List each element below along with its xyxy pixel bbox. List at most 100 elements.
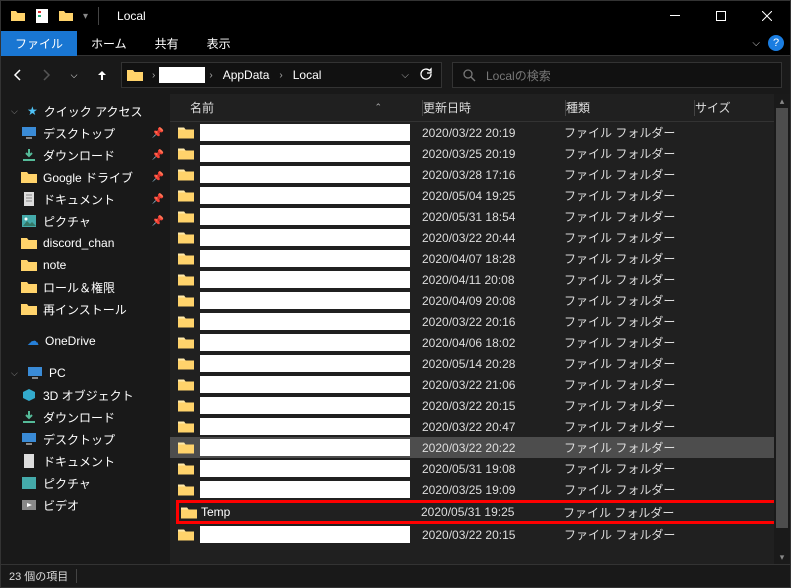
sidebar-reinstall[interactable]: 再インストール: [1, 298, 170, 320]
chevron-right-icon[interactable]: ›: [148, 70, 159, 81]
search-input[interactable]: Localの検索: [452, 62, 782, 88]
ribbon-expand-icon[interactable]: ⌵: [752, 38, 760, 49]
new-folder-icon[interactable]: [55, 5, 77, 27]
refresh-icon[interactable]: [419, 67, 433, 84]
file-date: 2020/03/28 17:16: [422, 168, 564, 182]
file-row[interactable]: 2020/03/22 20:19ファイル フォルダー: [170, 122, 790, 143]
scroll-down-icon[interactable]: ▾: [774, 550, 790, 564]
file-row[interactable]: 2020/05/31 19:08ファイル フォルダー: [170, 458, 790, 479]
chevron-right-icon[interactable]: ›: [275, 70, 286, 81]
sidebar-downloads[interactable]: ダウンロード📌: [1, 144, 170, 166]
file-type: ファイル フォルダー: [564, 481, 692, 498]
sidebar-discord[interactable]: discord_chan: [1, 232, 170, 254]
scroll-up-icon[interactable]: ▴: [774, 94, 790, 108]
folder-icon: [181, 506, 197, 519]
scroll-thumb[interactable]: [776, 108, 788, 528]
file-date: 2020/03/25 19:09: [422, 483, 564, 497]
file-row[interactable]: 2020/03/22 20:15ファイル フォルダー: [170, 524, 790, 545]
tab-view[interactable]: 表示: [193, 31, 245, 56]
sidebar-pictures2[interactable]: ピクチャ: [1, 472, 170, 494]
sidebar-note[interactable]: note: [1, 254, 170, 276]
file-row[interactable]: Temp2020/05/31 19:25ファイル フォルダー: [176, 500, 786, 524]
file-row[interactable]: 2020/03/25 19:09ファイル フォルダー: [170, 479, 790, 500]
close-button[interactable]: [744, 1, 790, 31]
file-date: 2020/03/22 20:22: [422, 441, 564, 455]
document-icon: [21, 454, 37, 468]
forward-button[interactable]: [37, 66, 55, 84]
tab-file[interactable]: ファイル: [1, 31, 77, 56]
file-type: ファイル フォルダー: [564, 229, 692, 246]
column-name[interactable]: 名前⌃: [170, 99, 422, 116]
properties-icon[interactable]: [31, 5, 53, 27]
redacted-name: [200, 418, 410, 435]
sidebar-desktop2[interactable]: デスクトップ: [1, 428, 170, 450]
minimize-button[interactable]: [652, 1, 698, 31]
sidebar-quick-access[interactable]: ⌵ ★ クイック アクセス: [1, 100, 170, 122]
sidebar-desktop[interactable]: デスクトップ📌: [1, 122, 170, 144]
redacted-name: [200, 166, 410, 183]
file-row[interactable]: 2020/04/06 18:02ファイル フォルダー: [170, 332, 790, 353]
redacted-name: [200, 292, 410, 309]
sidebar-pc[interactable]: ⌵PC: [1, 362, 170, 384]
up-button[interactable]: [93, 66, 111, 84]
file-row[interactable]: 2020/03/28 17:16ファイル フォルダー: [170, 164, 790, 185]
tab-home[interactable]: ホーム: [77, 31, 141, 56]
file-type: ファイル フォルダー: [564, 166, 692, 183]
file-row[interactable]: 2020/05/14 20:28ファイル フォルダー: [170, 353, 790, 374]
file-row[interactable]: 2020/03/22 20:44ファイル フォルダー: [170, 227, 790, 248]
sidebar-gdrive[interactable]: Google ドライブ📌: [1, 166, 170, 188]
folder-icon: [178, 231, 194, 244]
file-row[interactable]: 2020/05/04 19:25ファイル フォルダー: [170, 185, 790, 206]
file-date: 2020/03/22 20:15: [422, 528, 564, 542]
sidebar-3dobjects[interactable]: 3D オブジェクト: [1, 384, 170, 406]
folder-icon: [21, 302, 37, 316]
sidebar-documents[interactable]: ドキュメント📌: [1, 188, 170, 210]
vertical-scrollbar[interactable]: ▴ ▾: [774, 94, 790, 564]
file-row[interactable]: 2020/05/31 18:54ファイル フォルダー: [170, 206, 790, 227]
sidebar-pictures[interactable]: ピクチャ📌: [1, 210, 170, 232]
column-type[interactable]: 種類: [566, 99, 694, 116]
file-row[interactable]: 2020/03/22 20:22ファイル フォルダー: [170, 437, 790, 458]
address-bar[interactable]: › › AppData › Local ⌵: [121, 62, 442, 88]
sidebar-video[interactable]: ビデオ: [1, 494, 170, 516]
redacted-name: [200, 334, 410, 351]
file-row[interactable]: 2020/04/09 20:08ファイル フォルダー: [170, 290, 790, 311]
pin-icon: 📌: [152, 172, 164, 183]
redacted-name: [200, 397, 410, 414]
sidebar-onedrive[interactable]: ☁OneDrive: [1, 330, 170, 352]
file-date: 2020/05/14 20:28: [422, 357, 564, 371]
chevron-right-icon[interactable]: ›: [205, 70, 216, 81]
file-date: 2020/03/25 20:19: [422, 147, 564, 161]
sidebar-downloads2[interactable]: ダウンロード: [1, 406, 170, 428]
file-row[interactable]: 2020/04/07 18:28ファイル フォルダー: [170, 248, 790, 269]
address-dropdown-icon[interactable]: ⌵: [401, 70, 409, 81]
folder-icon: [178, 168, 194, 181]
breadcrumb-user[interactable]: [159, 67, 205, 83]
tab-share[interactable]: 共有: [141, 31, 193, 56]
file-row[interactable]: 2020/03/22 20:16ファイル フォルダー: [170, 311, 790, 332]
file-row[interactable]: 2020/03/22 21:06ファイル フォルダー: [170, 374, 790, 395]
folder-icon: [178, 147, 194, 160]
file-name: Temp: [201, 505, 230, 519]
breadcrumb-appdata[interactable]: AppData: [217, 63, 276, 87]
help-icon[interactable]: ?: [768, 35, 784, 51]
file-date: 2020/04/06 18:02: [422, 336, 564, 350]
file-row[interactable]: 2020/03/25 20:19ファイル フォルダー: [170, 143, 790, 164]
search-icon: [463, 69, 476, 82]
sidebar-documents2[interactable]: ドキュメント: [1, 450, 170, 472]
column-date[interactable]: 更新日時: [423, 99, 565, 116]
breadcrumb-local[interactable]: Local: [287, 63, 328, 87]
qat-dropdown-icon[interactable]: ▾: [79, 11, 92, 22]
maximize-button[interactable]: [698, 1, 744, 31]
recent-dropdown[interactable]: ⌵: [65, 66, 83, 84]
sort-asc-icon: ⌃: [374, 102, 382, 113]
file-row[interactable]: 2020/04/11 20:08ファイル フォルダー: [170, 269, 790, 290]
back-button[interactable]: [9, 66, 27, 84]
file-date: 2020/05/31 18:54: [422, 210, 564, 224]
file-date: 2020/03/22 20:44: [422, 231, 564, 245]
file-row[interactable]: 2020/03/22 20:47ファイル フォルダー: [170, 416, 790, 437]
folder-icon: [178, 441, 194, 454]
download-icon: [21, 410, 37, 424]
file-row[interactable]: 2020/03/22 20:15ファイル フォルダー: [170, 395, 790, 416]
sidebar-roles[interactable]: ロール＆権限: [1, 276, 170, 298]
